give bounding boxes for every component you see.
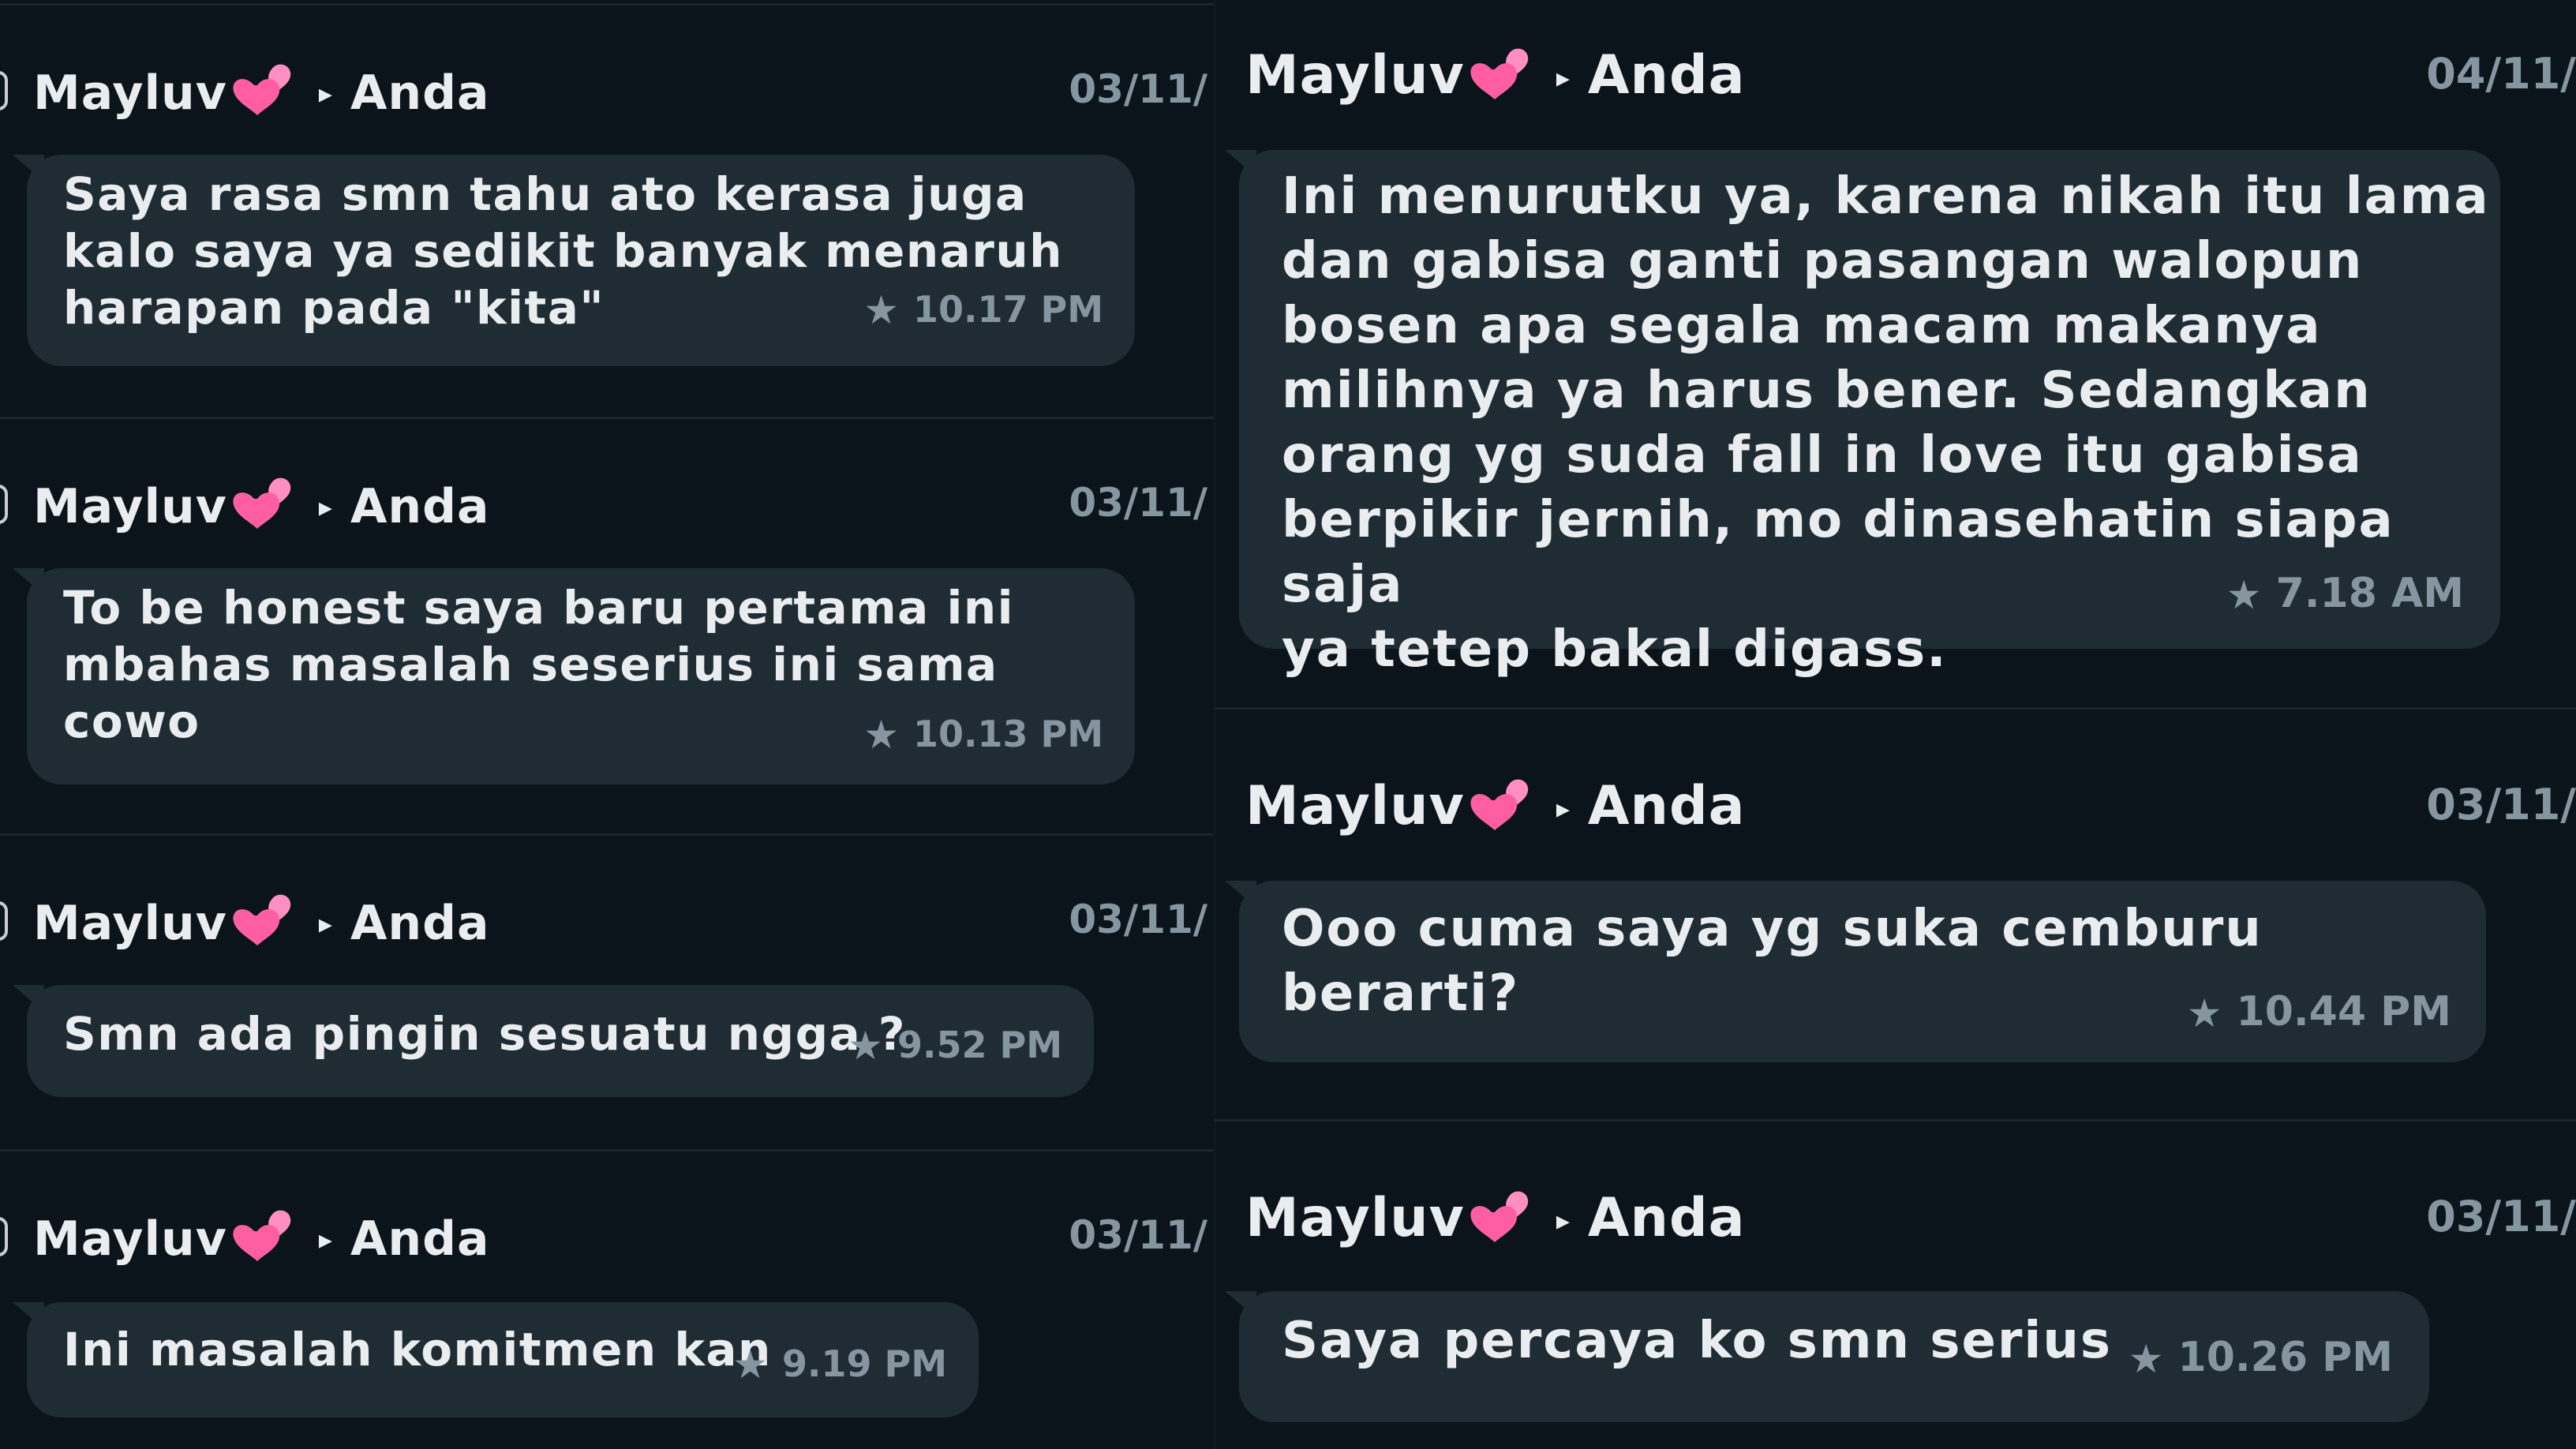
two-hearts-icon [230,892,298,947]
message-date: 03/11/ [1069,897,1208,942]
message-date: 04/11/ [2426,49,2576,99]
message-time: 9.52 PM [897,1024,1062,1066]
recipient-name: Anda [1587,1187,1746,1249]
recipient-name: Anda [350,479,490,534]
sender-name: Mayluv [1245,775,1465,837]
sender-line: Mayluv ▸ Anda [33,1208,490,1267]
message-time: 10.44 PM [2236,988,2451,1035]
message-header: Mayluv ▸ Anda 03/11/ [1214,762,2576,849]
message-meta: ★ 7.18 AM [2226,570,2464,618]
star-icon: ★ [732,1342,768,1387]
star-icon: ★ [2128,1336,2164,1382]
message-header: Mayluv ▸ Anda 03/11/ [0,462,1214,549]
star-icon: ★ [2186,990,2222,1036]
two-hearts-icon [230,1208,298,1263]
message-date: 03/11/ [2426,780,2576,829]
arrow-icon: ▸ [318,78,333,110]
sender-name: Mayluv [1245,1187,1465,1249]
message-bubble[interactable]: To be honest saya baru pertama ini mbaha… [13,568,1135,784]
message-text: Saya percaya ko smn serius [1282,1312,2112,1370]
recipient-name: Anda [350,66,490,121]
two-hearts-icon [1468,46,1536,101]
two-hearts-icon [1468,777,1536,832]
divider [1214,707,2576,710]
message-meta: ★ 10.17 PM [863,287,1103,333]
message-header: Mayluv ▸ Anda 03/11/ [0,1195,1214,1282]
message-time: 7.18 AM [2275,570,2464,617]
recipient-name: Anda [350,896,490,951]
starred-message-item[interactable]: Mayluv ▸ Anda 03/11/ Smn ada pingin sesua… [0,879,1214,1116]
message-header: Mayluv ▸ Anda 03/11/ [1214,1174,2576,1261]
message-bubble[interactable]: Smn ada pingin sesuatu ngga ? ★ 9.52 PM [13,985,1094,1097]
message-meta: ★ 9.19 PM [732,1342,947,1387]
message-bubble[interactable]: Ini masalah komitmen kan ★ 9.19 PM [13,1302,979,1417]
message-meta: ★ 10.26 PM [2129,1334,2393,1382]
message-header: Mayluv ▸ Anda 04/11/ [1214,32,2576,118]
arrow-icon: ▸ [1556,62,1571,94]
two-hearts-icon [230,62,298,117]
star-icon: ★ [863,712,899,758]
message-header: Mayluv ▸ Anda 03/11/ [0,879,1214,966]
message-bubble[interactable]: Ooo cuma saya yg suka cemburu berarti? ★… [1225,881,2486,1062]
recipient-name: Anda [350,1211,490,1267]
message-date: 03/11/ [1069,1212,1208,1258]
starred-messages-right-column: Mayluv ▸ Anda 04/11/ Ini menurutku ya, ka… [1214,0,2576,1449]
starred-message-item[interactable]: Mayluv ▸ Anda 03/11/ Saya percaya ko smn … [1214,1174,2576,1449]
divider [0,3,1214,6]
divider [0,1149,1214,1151]
starred-messages-left-column: Mayluv ▸ Anda 03/11/ Saya rasa smn tahu a… [0,0,1214,1449]
sender-name: Mayluv [1245,44,1465,107]
avatar [0,1217,8,1256]
starred-message-item[interactable]: Mayluv ▸ Anda 03/11/ To be honest saya ba… [0,462,1214,794]
arrow-icon: ▸ [1556,793,1571,825]
message-text: Ini masalah komitmen kan [63,1323,772,1376]
starred-message-item[interactable]: Mayluv ▸ Anda 03/11/ Ooo cuma saya yg suk… [1214,762,2576,1078]
sender-line: Mayluv ▸ Anda [1245,44,1746,107]
message-text: Smn ada pingin sesuatu ngga ? [63,1007,907,1061]
avatar [0,71,8,110]
sender-name: Mayluv [33,1211,227,1267]
message-date: 03/11/ [1069,66,1208,112]
sender-line: Mayluv ▸ Anda [33,892,490,951]
message-time: 10.26 PM [2177,1334,2393,1381]
message-time: 9.19 PM [782,1342,947,1385]
message-header: Mayluv ▸ Anda 03/11/ [0,49,1214,136]
arrow-icon: ▸ [318,908,333,940]
star-icon: ★ [848,1023,883,1069]
starred-message-item[interactable]: Mayluv ▸ Anda 03/11/ Ini masalah komitmen… [0,1195,1214,1432]
message-date: 03/11/ [1069,480,1208,526]
message-date: 03/11/ [2426,1192,2576,1241]
starred-message-item[interactable]: Mayluv ▸ Anda 04/11/ Ini menurutku ya, ka… [1214,32,2576,679]
sender-line: Mayluv ▸ Anda [1245,775,1746,837]
recipient-name: Anda [1587,44,1746,107]
arrow-icon: ▸ [1556,1205,1571,1237]
message-meta: ★ 9.52 PM [848,1023,1062,1069]
starred-message-item[interactable]: Mayluv ▸ Anda 03/11/ Saya rasa smn tahu a… [0,49,1214,380]
sender-line: Mayluv ▸ Anda [33,62,490,121]
message-bubble[interactable]: Saya rasa smn tahu ato kerasa juga kalo … [13,155,1135,366]
two-hearts-icon [230,475,298,530]
message-meta: ★ 10.13 PM [863,712,1103,758]
arrow-icon: ▸ [318,1224,333,1256]
message-bubble[interactable]: Ini menurutku ya, karena nikah itu lama … [1225,150,2500,679]
divider [0,417,1214,419]
sender-name: Mayluv [33,66,227,121]
sender-line: Mayluv ▸ Anda [1245,1187,1746,1249]
message-time: 10.17 PM [912,288,1103,331]
two-hearts-icon [1468,1189,1536,1244]
sender-name: Mayluv [33,896,227,951]
message-meta: ★ 10.44 PM [2187,988,2451,1036]
sender-line: Mayluv ▸ Anda [33,475,490,534]
message-time: 10.13 PM [912,713,1103,755]
message-bubble[interactable]: Saya percaya ko smn serius ★ 10.26 PM [1225,1291,2429,1422]
avatar [0,485,8,524]
star-icon: ★ [863,287,899,333]
avatar [0,901,8,941]
recipient-name: Anda [1587,775,1746,837]
star-icon: ★ [2226,572,2262,618]
sender-name: Mayluv [33,479,227,534]
divider [1214,1119,2576,1121]
arrow-icon: ▸ [318,492,333,523]
divider [0,833,1214,836]
